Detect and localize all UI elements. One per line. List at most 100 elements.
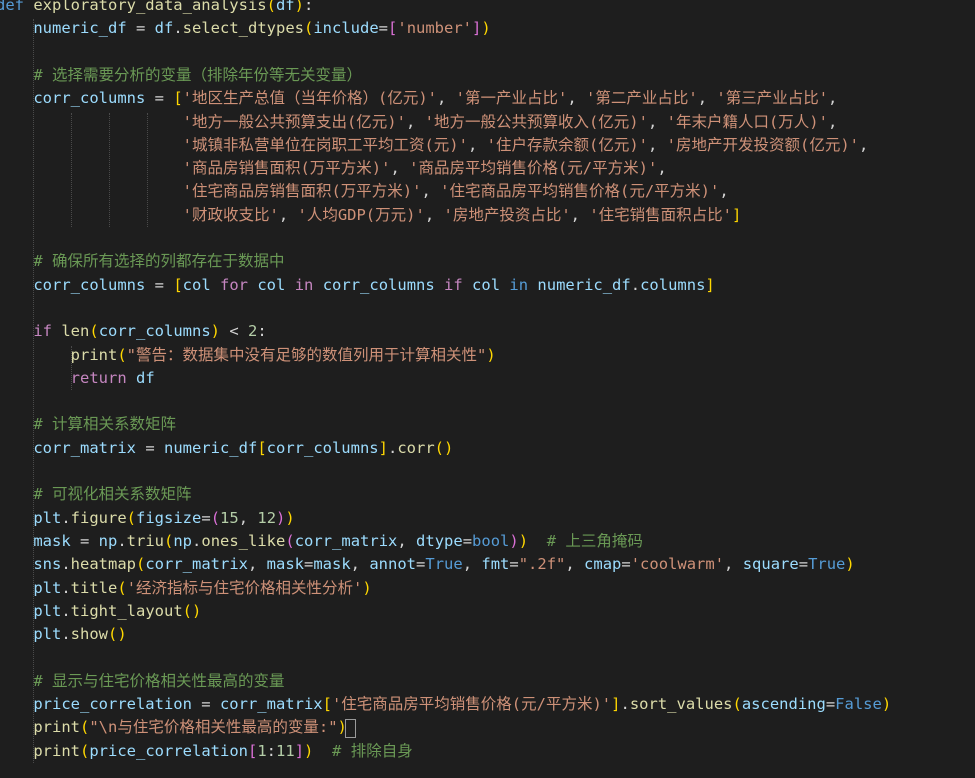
code-token: mask [33, 531, 71, 550]
code-token: . [173, 19, 183, 38]
code-line[interactable]: plt.tight_layout() [0, 600, 201, 623]
code-token: , [462, 555, 482, 574]
code-token: corr_matrix [145, 555, 248, 574]
code-token: [ [173, 275, 183, 294]
code-token: , [437, 89, 456, 108]
code-token: , [719, 182, 729, 201]
code-line[interactable]: '地方一般公共预算支出(亿元)', '地方一般公共预算收入(亿元)', '年末户… [0, 111, 838, 134]
code-token: np [98, 531, 118, 550]
code-token: , [828, 89, 838, 108]
code-token: dtype [416, 531, 463, 550]
code-token: , [390, 159, 410, 178]
code-line[interactable]: plt.figure(figsize=(15, 12)) [0, 507, 295, 530]
code-line[interactable]: # 选择需要分析的变量（排除年份等无关变量） [0, 64, 362, 87]
code-token: corr_columns [98, 322, 211, 341]
code-token: '城镇非私营单位在岗职工平均工资(元)' [182, 135, 468, 154]
code-token: ] [294, 741, 305, 760]
code-token: len [61, 322, 90, 341]
code-token: '经济指标与住宅价格相关性分析' [126, 578, 363, 597]
code-token: # 上三角掩码 [546, 531, 643, 550]
code-line[interactable]: # 确保所有选择的列都存在于数据中 [0, 250, 284, 273]
code-token: ) [285, 508, 295, 527]
code-token: , [350, 555, 370, 574]
code-line[interactable]: corr_columns = [col for col in corr_colu… [0, 274, 714, 297]
code-line[interactable]: sns.heatmap(corr_matrix, mask=mask, anno… [0, 553, 854, 576]
code-token: sns [33, 555, 62, 574]
code-token: . [387, 438, 398, 457]
indent-guide [33, 19, 34, 763]
code-token: fmt [481, 555, 510, 574]
code-token: ) [509, 531, 519, 550]
code-token: plt [33, 578, 62, 597]
code-token: np [173, 531, 193, 550]
code-token: = [145, 89, 174, 108]
code-token: def [0, 0, 24, 14]
code-token: [ [322, 695, 332, 713]
code-token: df [154, 19, 174, 38]
code-line[interactable]: '城镇非私营单位在岗职工平均工资(元)', '住户存款余额(亿元)', '房地产… [0, 134, 869, 157]
code-token: '地方一般公共预算收入(亿元)' [424, 112, 648, 131]
code-token: = [135, 438, 164, 457]
code-token: ] [732, 205, 742, 224]
code-line[interactable]: print("警告：数据集中没有足够的数值列用于计算相关性") [0, 344, 496, 367]
code-token: ascending [741, 695, 826, 713]
code-token: ones_like [201, 531, 286, 550]
code-line[interactable]: return df [0, 367, 155, 390]
code-token: corr [397, 438, 435, 457]
code-token: '住宅商品房销售面积(万平方米)' [182, 182, 422, 201]
code-token: ( [210, 508, 221, 527]
code-line[interactable]: '财政收支比', '人均GDP(万元)', '房地产投资占比', '住宅销售面积… [0, 204, 742, 227]
code-token: '地区生产总值（当年价格）(亿元)' [182, 89, 437, 108]
code-token: . [61, 601, 71, 620]
code-token: = [621, 555, 631, 574]
code-line[interactable]: print(price_correlation[1:11]) # 排除自身 [0, 740, 412, 763]
code-token: ) [481, 19, 491, 38]
code-line[interactable]: plt.title('经济指标与住宅价格相关性分析') [0, 577, 371, 600]
code-token: = [70, 531, 99, 550]
code-token: ( [285, 531, 295, 550]
code-line[interactable]: price_correlation = corr_matrix['住宅商品房平均… [0, 693, 891, 716]
code-line[interactable]: # 可视化相关系数矩阵 [0, 483, 191, 506]
code-token: 'number' [397, 19, 473, 38]
code-token: ( [304, 19, 314, 38]
code-token: ) [881, 695, 892, 713]
code-token: = [126, 19, 155, 38]
code-line[interactable]: numeric_df = df.select_dtypes(include=['… [0, 17, 491, 40]
code-token: , [567, 89, 587, 108]
code-editor[interactable]: def exploratory_data_analysis(df): numer… [0, 0, 975, 778]
code-line[interactable]: plt.show() [0, 623, 126, 646]
code-line[interactable]: corr_columns = ['地区生产总值（当年价格）(亿元)', '第一产… [0, 87, 837, 110]
code-line[interactable]: if len(corr_columns) < 2: [0, 320, 266, 343]
code-token: , [238, 508, 258, 527]
code-token: "\n与住宅价格相关性最高的变量: [89, 718, 329, 737]
code-token: ) [444, 438, 454, 457]
code-line[interactable]: def exploratory_data_analysis(df): [0, 0, 313, 17]
code-line[interactable]: mask = np.triu(np.ones_like(corr_matrix,… [0, 530, 643, 553]
code-line[interactable]: # 显示与住宅价格相关性最高的变量 [0, 670, 284, 693]
code-token: numeric_df [33, 19, 127, 38]
code-token: '第三产业占比' [716, 89, 829, 108]
code-token: corr_columns [322, 275, 435, 294]
code-line[interactable]: '商品房销售面积(万平方米)', '商品房平均销售价格(元/平方米)', [0, 157, 667, 180]
code-token: ( [80, 741, 90, 760]
code-token: 1 [257, 741, 267, 760]
code-line[interactable]: print("\n与住宅价格相关性最高的变量:") [0, 716, 347, 739]
code-line[interactable]: # 计算相关系数矩阵 [0, 413, 176, 436]
code-token: . [61, 625, 71, 644]
code-line[interactable]: corr_matrix = numeric_df[corr_columns].c… [0, 437, 453, 460]
